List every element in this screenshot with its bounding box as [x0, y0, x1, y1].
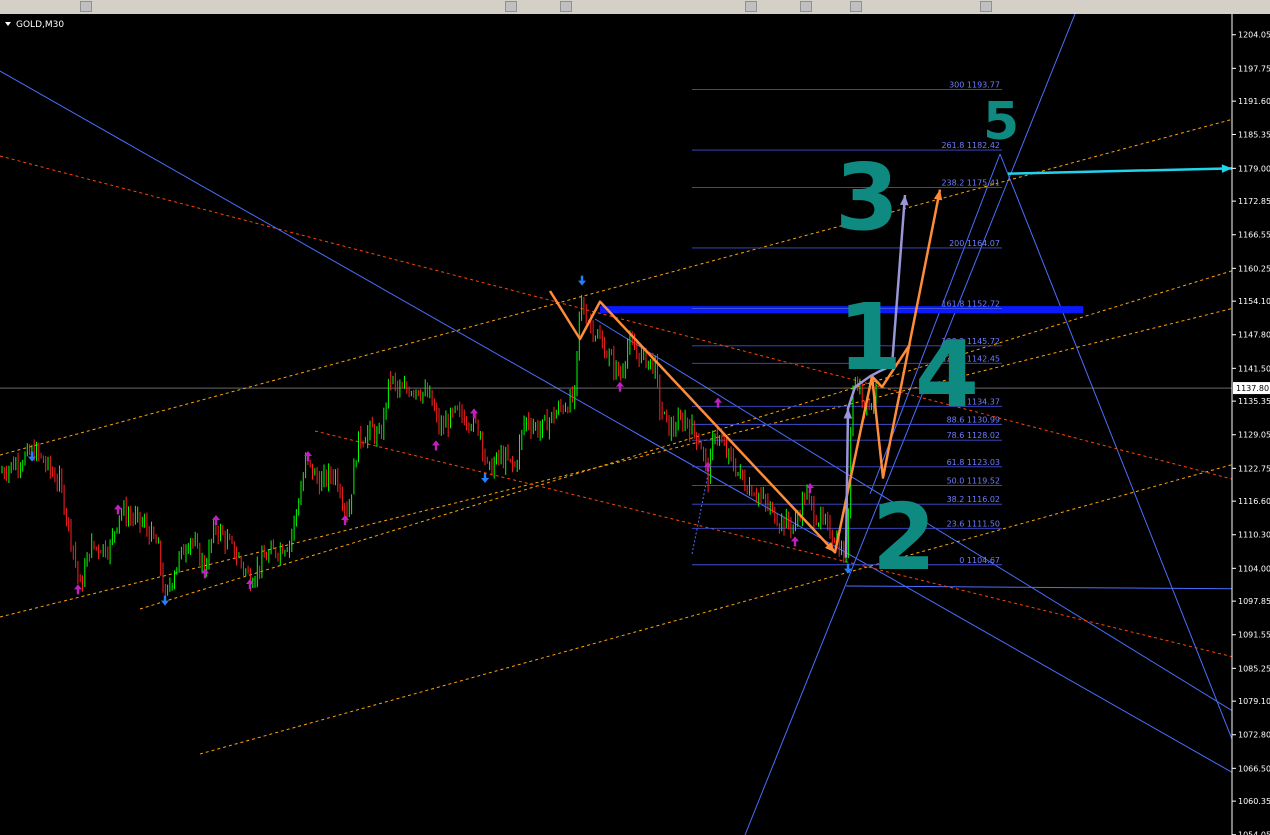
- fib-level-label: 50.0 1119.52: [947, 477, 1000, 486]
- price-tick-label: 1197.75: [1238, 64, 1270, 73]
- price-tick-label: 1104.00: [1238, 564, 1270, 573]
- price-tick-label: 1085.25: [1238, 664, 1270, 673]
- price-tick-label: 1179.00: [1238, 164, 1270, 173]
- fib-level-label: 300 1193.77: [949, 81, 1000, 90]
- price-tick-label: 1154.10: [1238, 297, 1270, 306]
- price-tick-label: 1116.60: [1238, 497, 1270, 506]
- toolbar-button[interactable]: [80, 1, 92, 12]
- current-price-label: 1137.80: [1236, 384, 1269, 393]
- fib-level-label: 0 1104.67: [959, 556, 1000, 565]
- price-tick-label: 1204.05: [1238, 31, 1270, 40]
- fib-level-label: 61.8 1123.03: [947, 458, 1000, 467]
- toolbar-button[interactable]: [560, 1, 572, 12]
- wave-label-4: 4: [915, 321, 979, 428]
- price-tick-label: 1135.35: [1238, 397, 1270, 406]
- wave-label-1: 1: [838, 284, 902, 391]
- price-tick-label: 1160.25: [1238, 264, 1270, 273]
- price-tick-label: 1066.50: [1238, 764, 1270, 773]
- price-tick-label: 1060.35: [1238, 797, 1270, 806]
- fib-level-label: 238.2 1175.41: [941, 178, 1000, 187]
- fib-level-label: 161.8 1152.72: [941, 299, 1000, 308]
- fib-level-label: 38.2 1116.02: [947, 495, 1000, 504]
- price-tick-label: 1079.10: [1238, 697, 1270, 706]
- price-tick-label: 1091.55: [1238, 631, 1270, 640]
- toolbar-button[interactable]: [800, 1, 812, 12]
- price-tick-label: 1110.30: [1238, 531, 1270, 540]
- chart-background: [0, 14, 1270, 835]
- toolbar-button[interactable]: [745, 1, 757, 12]
- toolbar-button[interactable]: [980, 1, 992, 12]
- price-tick-label: 1072.80: [1238, 731, 1270, 740]
- price-tick-label: 1054.05: [1238, 831, 1270, 835]
- price-tick-label: 1191.60: [1238, 97, 1270, 106]
- price-tick-label: 1129.05: [1238, 431, 1270, 440]
- price-tick-label: 1141.50: [1238, 364, 1270, 373]
- price-tick-label: 1172.85: [1238, 197, 1270, 206]
- chart-window[interactable]: 0 1104.67 23.6 1111.50 38.2 1116.02 50.0 11…: [0, 14, 1270, 835]
- symbol-label: GOLD,M30: [16, 20, 64, 30]
- price-tick-label: 1166.55: [1238, 231, 1270, 240]
- fib-level-label: 78.6 1128.02: [947, 431, 1000, 440]
- price-tick-label: 1122.75: [1238, 464, 1270, 473]
- wave-label-2: 2: [872, 484, 936, 591]
- price-tick-label: 1185.35: [1238, 130, 1270, 139]
- toolbar-button[interactable]: [505, 1, 517, 12]
- wave-label-3: 3: [835, 144, 899, 251]
- price-tick-label: 1097.85: [1238, 597, 1270, 606]
- toolbar-button[interactable]: [850, 1, 862, 12]
- price-tick-label: 1147.80: [1238, 331, 1270, 340]
- fib-level-label: 23.6 1111.50: [947, 519, 1000, 528]
- price-chart[interactable]: 0 1104.67 23.6 1111.50 38.2 1116.02 50.0 11…: [0, 14, 1270, 835]
- wave-label-5: 5: [983, 92, 1019, 152]
- fib-level-label: 200 1164.07: [949, 239, 1000, 248]
- price-axis: 1204.05 1197.75 1191.60 1185.35 1179.00 1172.…: [1231, 14, 1270, 835]
- toolbar-strip: [0, 0, 1270, 15]
